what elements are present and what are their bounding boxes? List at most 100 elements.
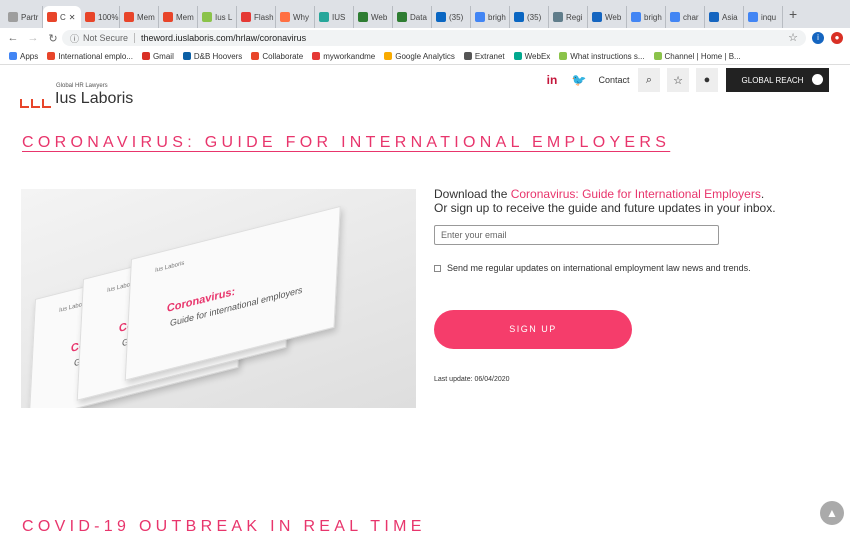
bookmark-item[interactable]: Channel | Home | B... bbox=[653, 52, 741, 61]
contact-link[interactable]: Contact bbox=[592, 68, 636, 92]
address-bar[interactable]: ⓘ Not Secure theword.iuslaboris.com/hrla… bbox=[62, 30, 806, 46]
tab-favicon-icon bbox=[631, 12, 641, 22]
tab-favicon-icon bbox=[241, 12, 251, 22]
tab-favicon-icon bbox=[319, 12, 329, 22]
bookmark-favicon-icon bbox=[251, 52, 260, 60]
bookmark-favicon-icon bbox=[312, 52, 321, 60]
browser-tab[interactable]: (35) bbox=[432, 6, 471, 28]
site-header: Global HR Lawyers Ius Laboris in 🐦 Conta… bbox=[0, 66, 850, 114]
browser-tab[interactable]: Mem bbox=[120, 6, 159, 28]
tab-label: Web bbox=[605, 12, 622, 22]
updates-checkbox[interactable] bbox=[434, 265, 441, 272]
scroll-to-top-button[interactable]: ▲ bbox=[820, 501, 844, 525]
bookmark-label: Apps bbox=[20, 51, 39, 61]
user-account-icon[interactable]: ● bbox=[696, 68, 718, 92]
tab-favicon-icon bbox=[709, 12, 719, 22]
browser-tab[interactable]: Web bbox=[354, 6, 393, 28]
url-text[interactable]: theword.iuslaboris.com/hrlaw/coronavirus bbox=[141, 33, 306, 43]
back-icon[interactable]: ← bbox=[6, 32, 20, 44]
bookmark-item[interactable]: Collaborate bbox=[251, 52, 303, 61]
bookmark-star-icon[interactable]: ☆ bbox=[788, 31, 798, 44]
bookmark-item[interactable]: Extranet bbox=[463, 52, 505, 61]
twitter-icon[interactable]: 🐦 bbox=[570, 68, 588, 92]
browser-tab[interactable]: char bbox=[666, 6, 705, 28]
browser-tab[interactable]: Ius L bbox=[198, 6, 237, 28]
guide-cover-image: Ius Laboris Coronavirus: Guide for inter… bbox=[21, 189, 416, 408]
sign-up-button[interactable]: SIGN UP bbox=[434, 310, 632, 349]
browser-tab[interactable]: Partr bbox=[4, 6, 43, 28]
signup-instructions: Or sign up to receive the guide and futu… bbox=[434, 201, 776, 215]
bookmark-favicon-icon bbox=[182, 52, 191, 60]
forward-icon[interactable]: → bbox=[26, 32, 40, 44]
download-intro: Download the Coronavirus: Guide for Inte… bbox=[434, 187, 776, 215]
extension-icon[interactable]: ● bbox=[831, 32, 843, 44]
browser-tab[interactable]: Web bbox=[588, 6, 627, 28]
browser-tab[interactable]: IUS bbox=[315, 6, 354, 28]
bookmark-item[interactable]: D&B Hoovers bbox=[182, 51, 243, 61]
bookmark-item[interactable]: International emplo... bbox=[47, 52, 133, 61]
global-reach-label: GLOBAL REACH bbox=[741, 75, 804, 85]
bookmark-favicon-icon bbox=[463, 52, 472, 60]
browser-tab[interactable]: Why bbox=[276, 6, 315, 28]
browser-tab-strip: Partr C ✕ 100% Mem Mem Ius L Flash Why IUS Web Data… bbox=[0, 0, 850, 28]
bookmark-label: D&B Hoovers bbox=[193, 51, 243, 61]
bookmark-label: What instructions s... bbox=[570, 51, 645, 61]
tab-label: Partr bbox=[21, 12, 39, 22]
browser-tab[interactable]: Mem bbox=[159, 6, 198, 28]
tab-label: char bbox=[683, 12, 699, 22]
favourites-star-icon[interactable]: ☆ bbox=[667, 68, 689, 92]
tab-favicon-icon bbox=[436, 12, 446, 22]
browser-tab[interactable]: inqu bbox=[744, 6, 783, 28]
logo-tagline: Global HR Lawyers bbox=[56, 83, 108, 89]
tab-label: (35) bbox=[449, 12, 464, 22]
tab-close-icon[interactable]: ✕ bbox=[69, 13, 76, 22]
tab-favicon-icon bbox=[358, 12, 368, 22]
browser-tab[interactable]: brigh bbox=[471, 6, 510, 28]
tab-label: brigh bbox=[644, 12, 662, 22]
browser-tab[interactable]: brigh bbox=[627, 6, 666, 28]
browser-tab[interactable]: 100% bbox=[81, 6, 120, 28]
global-reach-button[interactable]: GLOBAL REACH bbox=[726, 68, 829, 92]
browser-tab[interactable]: Regi bbox=[549, 6, 588, 28]
bookmark-item[interactable]: Google Analytics bbox=[384, 52, 455, 61]
bookmark-item[interactable]: Gmail bbox=[141, 52, 174, 61]
tab-favicon-icon bbox=[514, 12, 524, 22]
tab-favicon-icon bbox=[47, 12, 57, 22]
bookmark-favicon-icon bbox=[9, 52, 17, 60]
page-title[interactable]: CORONAVIRUS: GUIDE FOR INTERNATIONAL EMP… bbox=[22, 134, 670, 152]
tab-favicon-icon bbox=[748, 12, 758, 22]
reload-icon[interactable]: ↻ bbox=[46, 32, 60, 45]
info-icon[interactable]: ⓘ bbox=[70, 32, 79, 45]
browser-tab[interactable]: (35) bbox=[510, 6, 549, 28]
bookmark-favicon-icon bbox=[47, 52, 56, 60]
apps-bookmark[interactable]: Apps bbox=[9, 52, 38, 61]
tab-favicon-icon bbox=[553, 12, 563, 22]
email-input[interactable] bbox=[434, 225, 719, 245]
bookmark-item[interactable]: myworkandme bbox=[312, 52, 375, 61]
new-tab-button[interactable]: + bbox=[789, 6, 797, 22]
security-label: Not Secure bbox=[83, 33, 129, 43]
tab-label: IUS bbox=[332, 12, 346, 22]
search-icon[interactable]: ⌕ bbox=[638, 68, 660, 92]
booklet-logo: Ius Laboris bbox=[154, 260, 185, 274]
tab-favicon-icon bbox=[592, 12, 602, 22]
browser-tab[interactable]: Asia bbox=[705, 6, 744, 28]
profile-avatar[interactable]: i bbox=[812, 32, 824, 44]
tab-label: Mem bbox=[137, 12, 155, 22]
linkedin-icon[interactable]: in bbox=[543, 68, 561, 92]
bookmark-item[interactable]: What instructions s... bbox=[559, 51, 645, 61]
tab-label: (35) bbox=[527, 12, 542, 22]
tab-favicon-icon bbox=[85, 12, 95, 22]
bookmark-favicon-icon bbox=[141, 52, 150, 60]
guide-download-link[interactable]: Coronavirus: Guide for International Emp… bbox=[511, 187, 761, 201]
address-divider bbox=[134, 33, 136, 43]
bookmark-favicon-icon bbox=[384, 52, 393, 60]
tab-label: Flash bbox=[254, 12, 274, 22]
browser-tab[interactable]: C ✕ bbox=[43, 6, 81, 28]
browser-tab[interactable]: Flash bbox=[237, 6, 276, 28]
browser-tab[interactable]: Data bbox=[393, 6, 432, 28]
bookmark-item[interactable]: WebEx bbox=[513, 52, 550, 61]
ius-laboris-logo[interactable]: Global HR Lawyers Ius Laboris bbox=[20, 82, 133, 108]
bookmarks-bar: Apps International emplo... Gmail D&B Hoove… bbox=[0, 48, 850, 65]
updates-checkbox-label[interactable]: Send me regular updates on international… bbox=[447, 263, 751, 273]
